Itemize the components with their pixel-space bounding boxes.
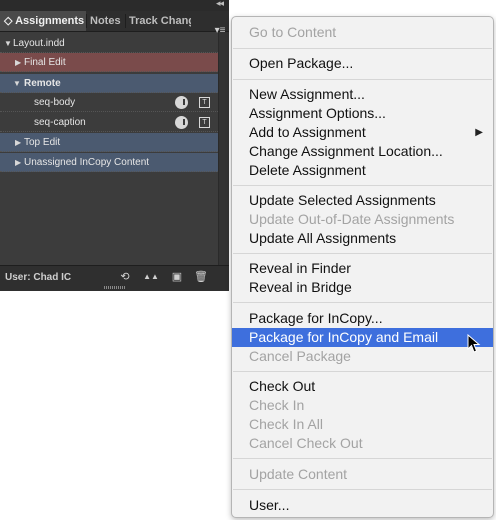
mouse-pointer-icon: [467, 334, 481, 353]
expand-triangle-icon[interactable]: ▼: [13, 74, 21, 93]
list-item-top-edit[interactable]: ▶ Top Edit: [0, 133, 218, 152]
menu-item-label: Package for InCopy...: [249, 310, 383, 326]
list-item-label: Remote: [24, 78, 61, 89]
list-item-label: Layout.indd: [13, 38, 65, 49]
check-out-icon[interactable]: ▲▲: [141, 271, 161, 283]
list-item-unassigned-content[interactable]: ▶ Unassigned InCopy Content: [0, 153, 218, 172]
menu-item-label: Package for InCopy and Email: [249, 329, 439, 345]
list-item-document[interactable]: ▼ Layout.indd: [0, 34, 218, 53]
menu-item-cancel-package[interactable]: Cancel Package: [232, 347, 493, 366]
menu-item-update-out-of-date[interactable]: Update Out-of-Date Assignments: [232, 210, 493, 229]
resize-grip[interactable]: [104, 286, 126, 289]
menu-separator: [233, 253, 492, 254]
collapse-triangle-icon[interactable]: ▶: [15, 53, 21, 72]
expand-triangle-icon[interactable]: ▼: [4, 34, 12, 53]
menu-item-label: User...: [249, 497, 290, 513]
menu-separator: [233, 302, 492, 303]
tab-divider: [125, 14, 126, 28]
menu-item-add-to-assignment[interactable]: Add to Assignment ▶: [232, 123, 493, 142]
user-label: User: Chad IC: [5, 272, 72, 283]
tab-track-changes[interactable]: Track Chang: [129, 11, 191, 31]
list-item-label: seq-caption: [34, 117, 86, 128]
menu-item-update-all[interactable]: Update All Assignments: [232, 229, 493, 248]
menu-item-label: Assignment Options...: [249, 105, 386, 121]
menu-item-package-for-incopy[interactable]: Package for InCopy...: [232, 309, 493, 328]
menu-item-delete-assignment[interactable]: Delete Assignment: [232, 161, 493, 180]
tab-assignments[interactable]: ◇ Assignments: [0, 11, 86, 31]
menu-item-update-content[interactable]: Update Content: [232, 465, 493, 484]
panel-context-menu: Go to Content Open Package... New Assign…: [231, 16, 494, 518]
menu-item-label: Go to Content: [249, 24, 337, 40]
list-item-seq-body[interactable]: seq-body T: [0, 93, 218, 112]
menu-item-label: Check In All: [249, 416, 323, 432]
tab-divider: [86, 14, 87, 28]
menu-item-label: Change Assignment Location...: [249, 143, 443, 159]
menu-separator: [233, 185, 492, 186]
menu-item-check-in[interactable]: Check In: [232, 396, 493, 415]
menu-item-label: Add to Assignment: [249, 124, 366, 140]
menu-item-cancel-check-out[interactable]: Cancel Check Out: [232, 434, 493, 453]
menu-separator: [233, 489, 492, 490]
menu-item-change-assignment-location[interactable]: Change Assignment Location...: [232, 142, 493, 161]
menu-item-reveal-in-finder[interactable]: Reveal in Finder: [232, 259, 493, 278]
list-item-label: Final Edit: [24, 57, 66, 68]
list-item-seq-caption[interactable]: seq-caption T: [0, 113, 218, 132]
out-of-date-icon: [175, 116, 188, 129]
collapse-triangle-icon[interactable]: ▶: [15, 133, 21, 152]
collapse-triangle-icon[interactable]: ▶: [15, 153, 21, 172]
menu-item-label: Open Package...: [249, 55, 354, 71]
menu-item-label: Check In: [249, 397, 305, 413]
menu-item-open-package[interactable]: Open Package...: [232, 54, 493, 73]
panel-title-bar: ◂◂: [0, 0, 229, 11]
menu-separator: [233, 48, 492, 49]
out-of-date-icon: [175, 96, 188, 109]
menu-item-label: Update Selected Assignments: [249, 192, 436, 208]
new-assignment-icon[interactable]: ▣: [170, 271, 184, 283]
menu-separator: [233, 371, 492, 372]
text-frame-icon: T: [199, 97, 210, 108]
menu-item-label: Reveal in Finder: [249, 260, 351, 276]
menu-item-label: Reveal in Bridge: [249, 279, 352, 295]
menu-item-label: Check Out: [249, 378, 316, 394]
menu-item-label: Update All Assignments: [249, 230, 397, 246]
list-item-label: seq-body: [34, 97, 76, 108]
menu-item-label: Cancel Package: [249, 348, 351, 364]
menu-item-label: Update Content: [249, 466, 348, 482]
panel-footer: User: Chad IC ⟲ ▲▲ ▣ 🗑: [0, 265, 229, 291]
submenu-arrow-icon: ▶: [475, 127, 483, 138]
text-frame-icon: T: [199, 117, 210, 128]
menu-item-user[interactable]: User...: [232, 496, 493, 515]
trash-icon[interactable]: 🗑: [194, 271, 208, 283]
menu-item-update-selected[interactable]: Update Selected Assignments: [232, 191, 493, 210]
menu-separator: [233, 458, 492, 459]
menu-item-reveal-in-bridge[interactable]: Reveal in Bridge: [232, 278, 493, 297]
list-item-remote[interactable]: ▼ Remote: [0, 74, 218, 93]
assignments-panel: ◂◂ ◇ Assignments Notes Track Chang ▾≡ ▼ …: [0, 0, 229, 291]
update-content-icon[interactable]: ⟲: [118, 271, 132, 283]
menu-item-check-out[interactable]: Check Out: [232, 377, 493, 396]
menu-item-label: Update Out-of-Date Assignments: [249, 211, 455, 227]
menu-item-new-assignment[interactable]: New Assignment...: [232, 85, 493, 104]
panel-scrollbar[interactable]: [218, 32, 229, 265]
menu-separator: [233, 79, 492, 80]
menu-item-label: Cancel Check Out: [249, 435, 363, 451]
menu-item-package-for-incopy-and-email[interactable]: Package for InCopy and Email: [232, 328, 493, 347]
menu-item-assignment-options[interactable]: Assignment Options...: [232, 104, 493, 123]
tab-notes[interactable]: Notes: [90, 11, 124, 31]
menu-item-label: Delete Assignment: [249, 162, 366, 178]
menu-item-label: New Assignment...: [249, 86, 365, 102]
list-item-label: Top Edit: [24, 137, 61, 148]
menu-item-check-in-all[interactable]: Check In All: [232, 415, 493, 434]
list-item-label: Unassigned InCopy Content: [24, 157, 150, 168]
menu-item-go-to-content[interactable]: Go to Content: [232, 23, 493, 42]
collapse-panel-icon[interactable]: ◂◂: [216, 0, 224, 9]
panel-tab-bar: ◇ Assignments Notes Track Chang ▾≡: [0, 11, 229, 36]
list-item-final-edit[interactable]: ▶ Final Edit: [0, 53, 218, 72]
